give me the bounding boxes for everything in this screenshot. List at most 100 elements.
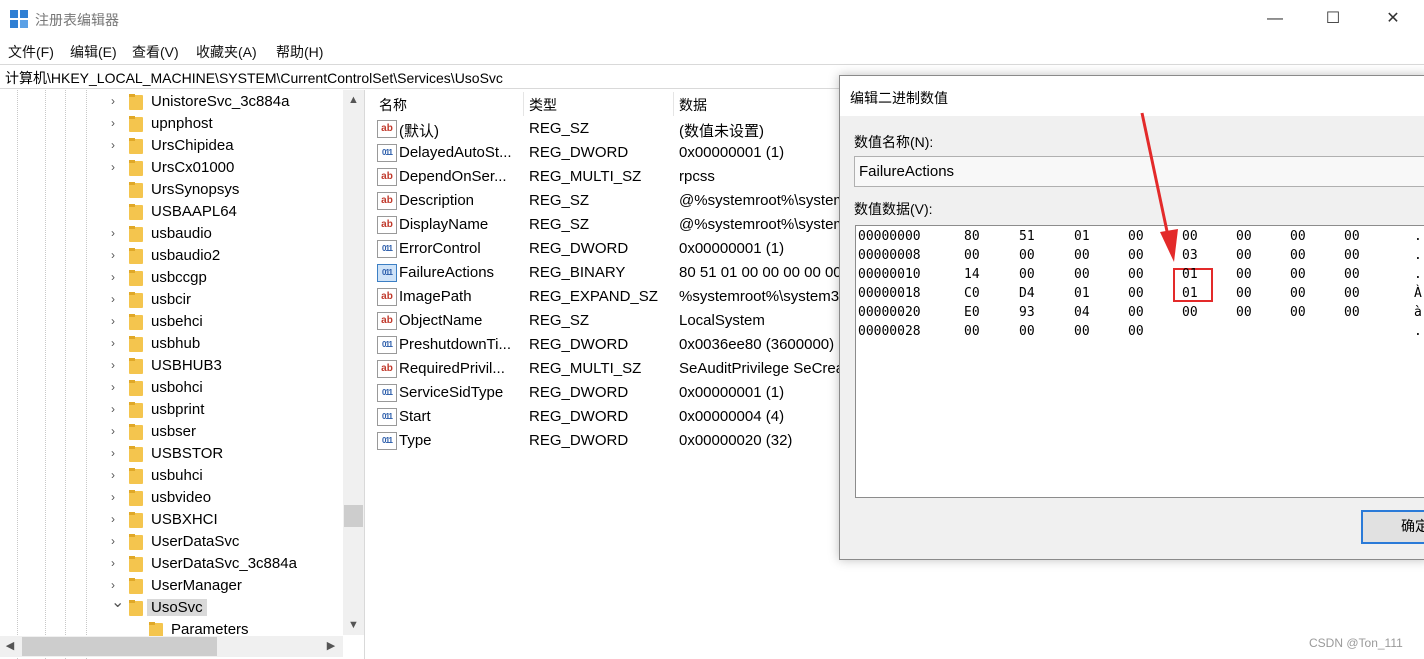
hex-byte[interactable]: 00: [1344, 229, 1360, 244]
tree-item[interactable]: › UnistoreSvc_3c884a: [0, 91, 340, 113]
tree-item[interactable]: › upnphost: [0, 113, 340, 135]
chevron-down-icon[interactable]: ⌄: [111, 595, 124, 611]
hex-byte[interactable]: 00: [1074, 267, 1090, 282]
tree-item[interactable]: › usbhub: [0, 333, 340, 355]
tree-item[interactable]: › usbuhci: [0, 465, 340, 487]
hex-byte[interactable]: 00: [1128, 267, 1144, 282]
value-row[interactable]: 011 Start REG_DWORD 0x00000004 (4): [371, 405, 841, 429]
hex-byte[interactable]: E0: [964, 305, 980, 320]
scroll-right-icon[interactable]: ▶: [321, 636, 341, 657]
hex-byte[interactable]: D4: [1019, 286, 1035, 301]
hex-row[interactable]: 00000000 80 51 01 00 00 00 00 00.: [856, 228, 1424, 247]
tree-item[interactable]: › UrsCx01000: [0, 157, 340, 179]
value-row[interactable]: 011 Type REG_DWORD 0x00000020 (32): [371, 429, 841, 453]
menu-help[interactable]: 帮助(H): [276, 42, 323, 62]
hex-row[interactable]: 00000010 14 00 00 00 01 00 00 00.: [856, 266, 1424, 285]
column-separator[interactable]: [523, 92, 524, 116]
tree-item[interactable]: › USBHUB3: [0, 355, 340, 377]
column-data-header[interactable]: 数据: [679, 95, 707, 115]
tree-item[interactable]: › usbccgp: [0, 267, 340, 289]
hex-byte[interactable]: 00: [1290, 248, 1306, 263]
hex-row[interactable]: 00000020 E0 93 04 00 00 00 00 00 à: [856, 304, 1424, 323]
hex-byte[interactable]: 00: [1128, 286, 1144, 301]
hex-byte[interactable]: 00: [1128, 229, 1144, 244]
hex-byte[interactable]: 00: [1344, 286, 1360, 301]
chevron-right-icon[interactable]: ›: [111, 402, 121, 416]
value-row[interactable]: 011 PreshutdownTi... REG_DWORD 0x0036ee80 (…: [371, 333, 841, 357]
hex-byte[interactable]: 01: [1182, 286, 1198, 301]
tree-item[interactable]: › usbohci: [0, 377, 340, 399]
tree-item[interactable]: › USBSTOR: [0, 443, 340, 465]
chevron-right-icon[interactable]: ›: [111, 336, 121, 350]
chevron-right-icon[interactable]: ›: [111, 446, 121, 460]
hex-byte[interactable]: 00: [1182, 305, 1198, 320]
value-row[interactable]: ab DependOnSer... REG_MULTI_SZ rpcss: [371, 165, 841, 189]
tree-item[interactable]: › usbaudio: [0, 223, 340, 245]
hex-byte[interactable]: 00: [1128, 305, 1144, 320]
hex-row[interactable]: 00000028 00 00 00 00.: [856, 323, 1424, 342]
tree-item[interactable]: › usbprint: [0, 399, 340, 421]
address-path[interactable]: 计算机\HKEY_LOCAL_MACHINE\SYSTEM\CurrentCon…: [5, 68, 503, 88]
hex-byte[interactable]: 01: [1074, 286, 1090, 301]
tree-item[interactable]: › usbaudio2: [0, 245, 340, 267]
chevron-right-icon[interactable]: ›: [111, 116, 121, 130]
hex-byte[interactable]: 00: [1182, 229, 1198, 244]
hex-byte[interactable]: 00: [1128, 324, 1144, 339]
chevron-right-icon[interactable]: ›: [111, 226, 121, 240]
value-name-field[interactable]: FailureActions: [854, 156, 1424, 187]
chevron-right-icon[interactable]: ›: [111, 138, 121, 152]
hex-row[interactable]: 00000018 C0 D4 01 00 01 00 00 00 À: [856, 285, 1424, 304]
hex-byte[interactable]: 00: [1019, 267, 1035, 282]
chevron-right-icon[interactable]: ›: [111, 512, 121, 526]
tree-item[interactable]: › UserManager: [0, 575, 340, 597]
hex-byte[interactable]: 00: [1344, 248, 1360, 263]
hex-byte[interactable]: 00: [1290, 286, 1306, 301]
scroll-thumb[interactable]: [344, 505, 363, 527]
hex-byte[interactable]: 80: [964, 229, 980, 244]
tree-item[interactable]: ⌄ UsoSvc: [0, 595, 340, 619]
hex-byte[interactable]: 00: [1344, 267, 1360, 282]
chevron-right-icon[interactable]: ›: [111, 490, 121, 504]
menu-view[interactable]: 查看(V): [132, 42, 179, 62]
minimize-button[interactable]: —: [1252, 4, 1298, 34]
menu-favorites[interactable]: 收藏夹(A): [196, 42, 257, 62]
menu-file[interactable]: 文件(F): [8, 42, 54, 62]
chevron-right-icon[interactable]: ›: [111, 534, 121, 548]
close-button[interactable]: ✕: [1370, 4, 1416, 34]
chevron-right-icon[interactable]: ›: [111, 424, 121, 438]
chevron-right-icon[interactable]: ›: [111, 578, 121, 592]
hex-byte[interactable]: 01: [1182, 267, 1198, 282]
chevron-right-icon[interactable]: ›: [111, 556, 121, 570]
hex-byte[interactable]: 00: [1236, 248, 1252, 263]
value-row[interactable]: 011 DelayedAutoSt... REG_DWORD 0x00000001 (…: [371, 141, 841, 165]
hex-byte[interactable]: 00: [1074, 248, 1090, 263]
hex-byte[interactable]: 51: [1019, 229, 1035, 244]
value-row[interactable]: abDisplayName REG_SZ @%systemroot%\system3…: [371, 213, 841, 237]
tree-horizontal-scrollbar[interactable]: ◀ ▶: [0, 636, 343, 657]
value-row[interactable]: abDescription REG_SZ @%systemroot%\system3…: [371, 189, 841, 213]
value-row[interactable]: ab RequiredPrivil... REG_MULTI_SZ SeAuditPr…: [371, 357, 841, 381]
hex-row[interactable]: 00000008 00 00 00 00 03 00 00 00.: [856, 247, 1424, 266]
hex-byte[interactable]: 00: [1236, 305, 1252, 320]
hex-byte[interactable]: 03: [1182, 248, 1198, 263]
column-name-header[interactable]: 名称: [379, 95, 407, 115]
tree-item[interactable]: › USBXHCI: [0, 509, 340, 531]
hex-byte[interactable]: C0: [964, 286, 980, 301]
hex-byte[interactable]: 93: [1019, 305, 1035, 320]
hex-byte[interactable]: 00: [1019, 324, 1035, 339]
ok-button[interactable]: 确定: [1361, 510, 1424, 544]
hex-byte[interactable]: 00: [1290, 229, 1306, 244]
hex-byte[interactable]: 00: [1344, 305, 1360, 320]
chevron-right-icon[interactable]: ›: [111, 292, 121, 306]
hex-editor[interactable]: 00000000 80 51 01 00 00 00 00 00. 00000008 00 00 00 0…: [855, 225, 1424, 498]
hex-byte[interactable]: 00: [1128, 248, 1144, 263]
tree-item[interactable]: › UserDataSvc: [0, 531, 340, 553]
hex-byte[interactable]: 00: [1236, 267, 1252, 282]
tree-item[interactable]: › usbcir: [0, 289, 340, 311]
hex-byte[interactable]: 01: [1074, 229, 1090, 244]
column-separator[interactable]: [673, 92, 674, 116]
chevron-right-icon[interactable]: ›: [111, 94, 121, 108]
maximize-button[interactable]: ☐: [1310, 4, 1356, 34]
hex-byte[interactable]: 00: [964, 324, 980, 339]
value-row[interactable]: ab (默认) REG_SZ (数值未设置): [371, 117, 841, 141]
